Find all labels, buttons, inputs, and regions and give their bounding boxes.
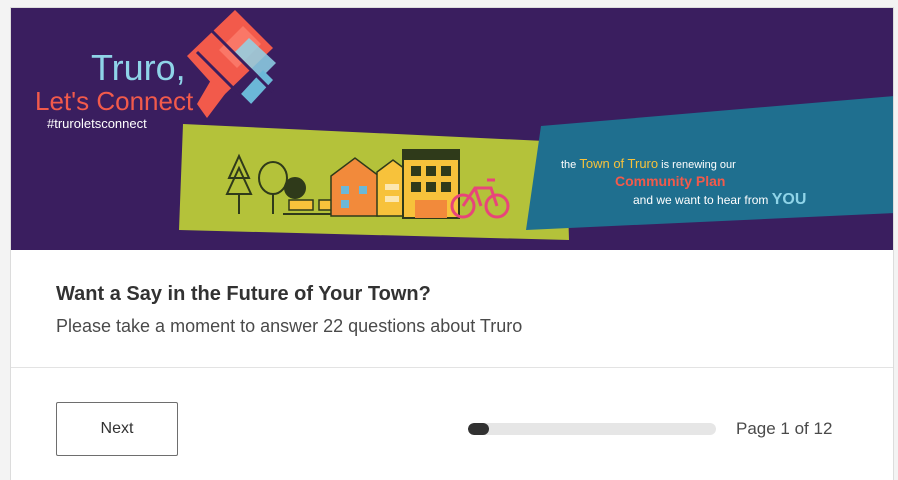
header-banner: Truro, Let's Connect #truroletsconnect t… — [11, 8, 893, 250]
progress-bar-fill — [468, 423, 489, 435]
tagline-line-1: the Town of Truro is renewing our — [561, 156, 736, 171]
survey-title: Want a Say in the Future of Your Town? — [56, 283, 431, 305]
page-indicator: Page 1 of 12 — [736, 419, 833, 438]
tagline-community-plan: Community Plan — [615, 173, 725, 189]
survey-footer: Next Page 1 of 12 — [11, 368, 893, 480]
survey-description: Please take a moment to answer 22 questi… — [56, 316, 523, 336]
next-button[interactable]: Next — [56, 402, 178, 456]
logo-emblem-icon — [187, 10, 276, 118]
logo-hashtag: #truroletsconnect — [47, 116, 147, 131]
logo-lets-connect: Let's Connect — [35, 86, 194, 116]
progress-bar — [468, 423, 716, 435]
logo-truro: Truro, — [91, 47, 186, 88]
survey-header: Want a Say in the Future of Your Town? P… — [11, 250, 893, 368]
building-icon — [402, 149, 460, 219]
banner-illustration: Truro, Let's Connect #truroletsconnect t… — [35, 10, 893, 240]
tagline-line-3: and we want to hear from YOU — [633, 191, 806, 208]
survey-card: Truro, Let's Connect #truroletsconnect t… — [10, 7, 894, 480]
